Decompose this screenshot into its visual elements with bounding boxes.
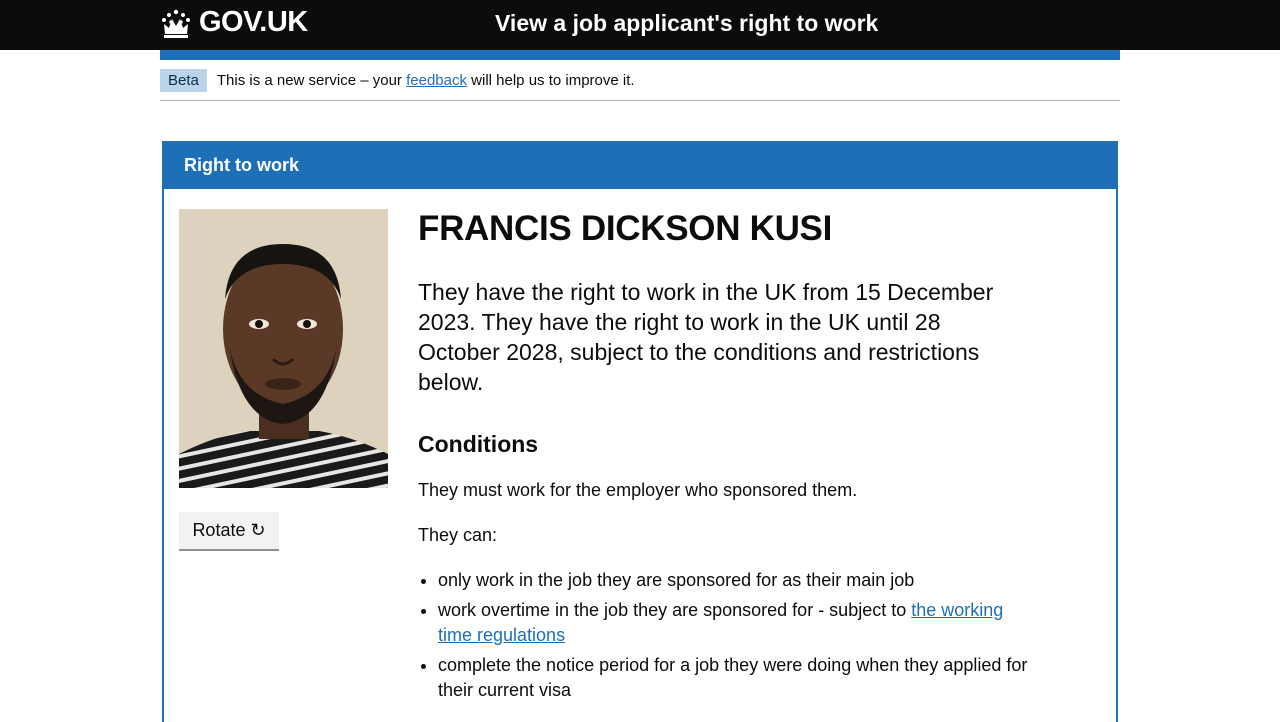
crown-icon: [162, 9, 190, 38]
conditions-heading: Conditions: [418, 431, 539, 457]
header-blue-strip: [160, 50, 1120, 60]
logo-text: GOV.UK: [199, 6, 308, 38]
condition-text: work overtime in the job they are sponso…: [438, 600, 907, 620]
phase-banner-text: This is a new service – your feedback wi…: [217, 72, 635, 89]
right-to-work-panel: Right to work Rotate ↻ FRANCIS DICKSON K…: [162, 141, 1118, 722]
right-to-work-status: They have the right to work in the UK fr…: [418, 279, 994, 395]
condition-text: complete the notice period for a job the…: [438, 655, 1028, 700]
conditions-list: only work in the job they are sponsored …: [418, 568, 1028, 703]
phase-text-before: This is a new service – your: [216, 71, 402, 89]
applicant-details: FRANCIS DICKSON KUSI They have the right…: [418, 209, 1028, 708]
phase-text-after: will help us to improve it.: [471, 71, 635, 89]
they-can-label: They can:: [418, 525, 498, 545]
sponsor-condition: They must work for the employer who spon…: [418, 480, 858, 500]
site-header: GOV.UK View a job applicant's right to w…: [0, 0, 1280, 50]
rotate-button[interactable]: Rotate ↻: [179, 512, 279, 551]
govuk-logo-link[interactable]: GOV.UK: [160, 6, 308, 39]
list-item: work overtime in the job they are sponso…: [438, 598, 1028, 648]
phase-banner: Beta This is a new service – your feedba…: [160, 60, 1120, 101]
panel-title: Right to work: [164, 143, 1116, 189]
applicant-photo: [179, 209, 388, 488]
beta-tag: Beta: [160, 68, 207, 92]
service-name[interactable]: View a job applicant's right to work: [495, 10, 878, 37]
list-item: complete the notice period for a job the…: [438, 653, 1028, 703]
condition-text: only work in the job they are sponsored …: [438, 570, 915, 590]
feedback-link[interactable]: feedback: [406, 72, 467, 89]
applicant-name: FRANCIS DICKSON KUSI: [418, 209, 833, 248]
list-item: only work in the job they are sponsored …: [438, 568, 1028, 593]
